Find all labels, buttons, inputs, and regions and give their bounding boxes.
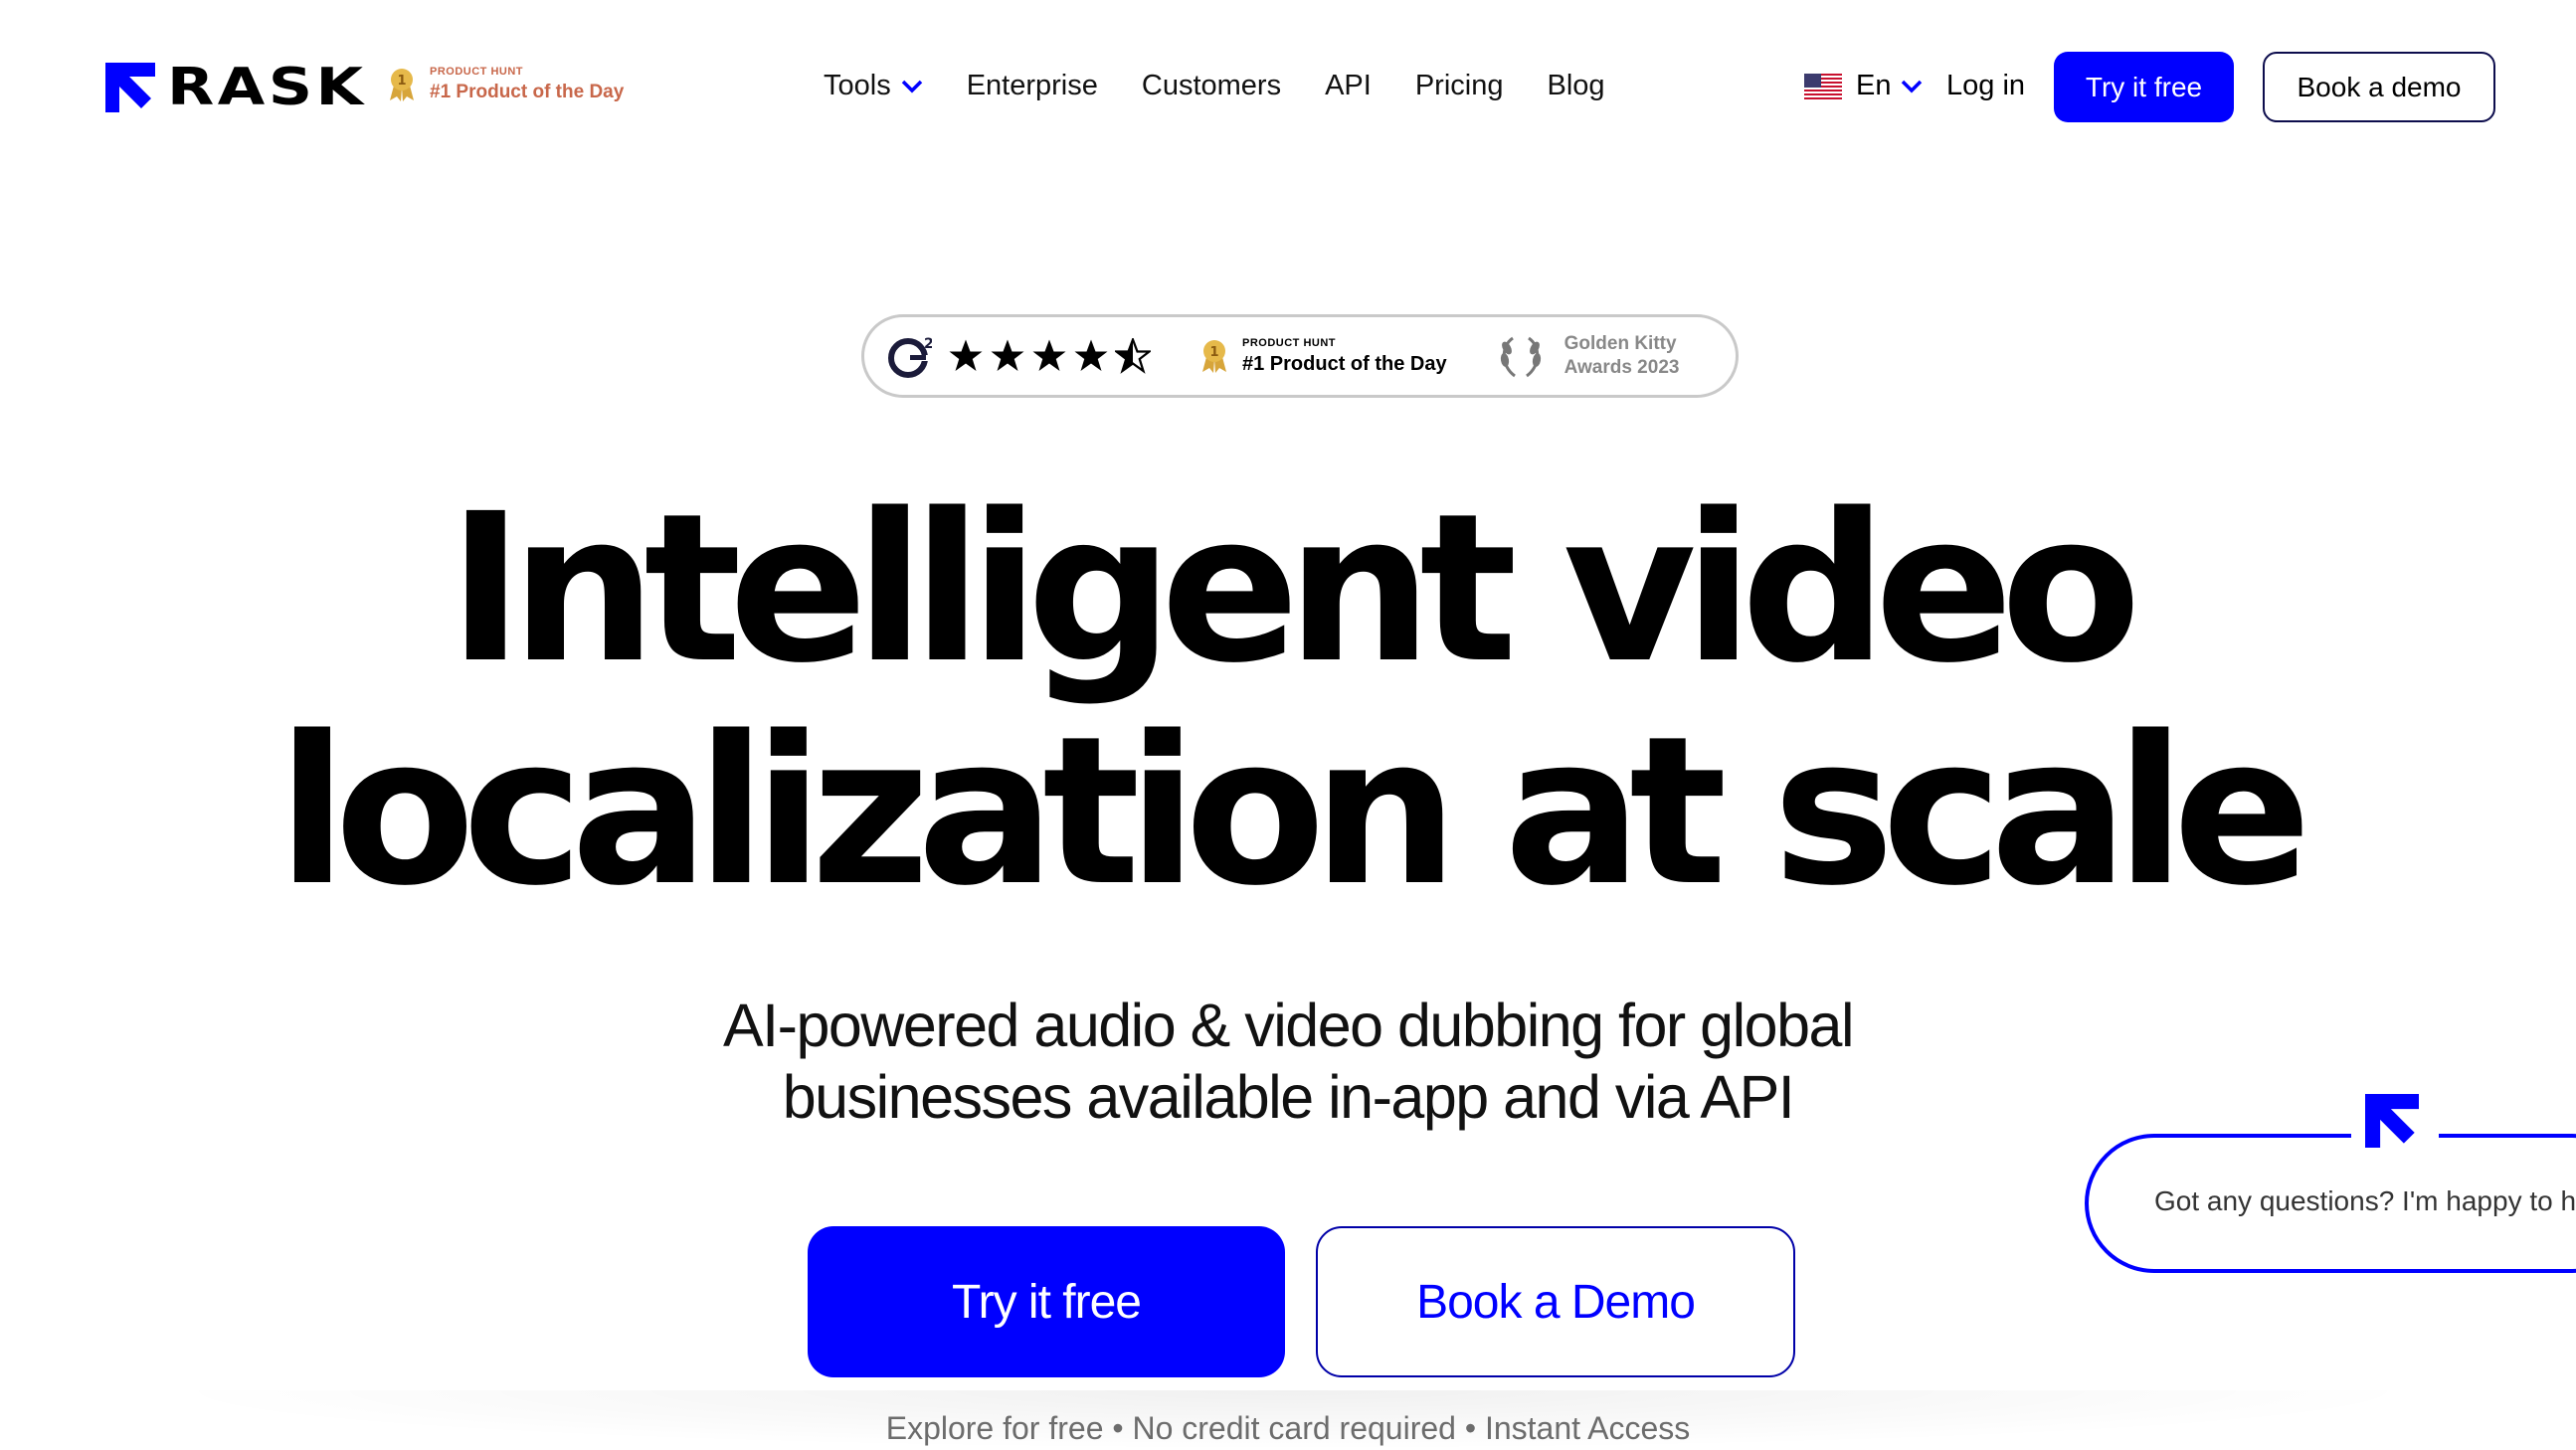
product-hunt-kicker: PRODUCT HUNT (430, 66, 523, 78)
product-hunt-title: #1 Product of the Day (1242, 352, 1447, 375)
nav-customers[interactable]: Customers (1142, 70, 1281, 102)
golden-kitty-line1: Golden Kitty (1564, 333, 1677, 354)
nav-enterprise[interactable]: Enterprise (967, 70, 1098, 102)
rask-logo[interactable]: RASK (105, 60, 363, 115)
product-hunt-title: #1 Product of the Day (430, 82, 625, 102)
chevron-down-icon (901, 80, 922, 92)
nav-tools-label: Tools (824, 70, 891, 101)
main-nav: Tools Enterprise Customers API Pricing B… (824, 70, 1605, 102)
svg-text:2: 2 (924, 336, 932, 352)
star-icon (1074, 339, 1108, 371)
book-demo-button-header[interactable]: Book a demo (2263, 52, 2495, 122)
hero-subtitle-line1: AI-powered audio & video dubbing for glo… (723, 992, 1855, 1059)
nav-api[interactable]: API (1325, 70, 1372, 102)
product-hunt-badge: 1 PRODUCT HUNT #1 Product of the Day (1200, 337, 1447, 376)
language-label: En (1856, 70, 1892, 101)
login-link[interactable]: Log in (1946, 70, 2025, 102)
try-free-button[interactable]: Try it free (808, 1226, 1285, 1377)
hero-subtitle-line2: businesses available in-app and via API (782, 1063, 1795, 1131)
hero-title-line2: localization at scale (276, 692, 2312, 931)
hero-title: Intelligent video localization at scale (0, 477, 2576, 923)
golden-kitty-badge: Golden Kitty Awards 2023 (1495, 330, 1680, 382)
svg-text:1: 1 (397, 74, 406, 89)
nav-pricing[interactable]: Pricing (1415, 70, 1504, 102)
g2-logo-icon: 2 (888, 336, 932, 378)
star-icon (991, 339, 1024, 371)
hero-footnote: Explore for free • No credit card requir… (885, 1410, 1691, 1446)
golden-kitty-line2: Awards 2023 (1564, 357, 1680, 378)
chat-bubble[interactable]: Got any questions? I'm happy to help. (2085, 1134, 2576, 1273)
medal-icon: 1 (1202, 340, 1226, 373)
star-icon (949, 339, 983, 371)
chevron-down-icon (1902, 80, 1923, 92)
half-star-icon (1115, 338, 1151, 374)
awards-badge: 2 1 PRODUCT HUNT #1 Product of the Day G… (861, 314, 1739, 398)
hero-title-line1: Intelligent video (448, 469, 2141, 708)
laurel-icon (1500, 336, 1541, 378)
rask-arrow-icon (105, 63, 155, 112)
chat-rask-icon[interactable] (2365, 1094, 2419, 1148)
product-hunt-badge-header[interactable]: 1 PRODUCT HUNT #1 Product of the Day (388, 66, 624, 103)
medal-icon: 1 (390, 69, 414, 101)
chat-message: Got any questions? I'm happy to help. (2154, 1185, 2576, 1216)
try-free-button-header[interactable]: Try it free (2054, 52, 2234, 122)
rating-stars (948, 338, 1151, 374)
book-demo-button[interactable]: Book a Demo (1316, 1226, 1795, 1377)
us-flag-icon (1804, 73, 1842, 99)
product-hunt-kicker: PRODUCT HUNT (1242, 336, 1336, 349)
nav-tools[interactable]: Tools (824, 70, 923, 102)
hero-subtitle: AI-powered audio & video dubbing for glo… (0, 990, 2576, 1133)
logo-wordmark: RASK (167, 58, 367, 117)
nav-blog[interactable]: Blog (1547, 70, 1604, 102)
language-selector[interactable]: En (1804, 70, 1923, 102)
svg-text:1: 1 (1209, 345, 1218, 360)
star-icon (1032, 339, 1066, 371)
